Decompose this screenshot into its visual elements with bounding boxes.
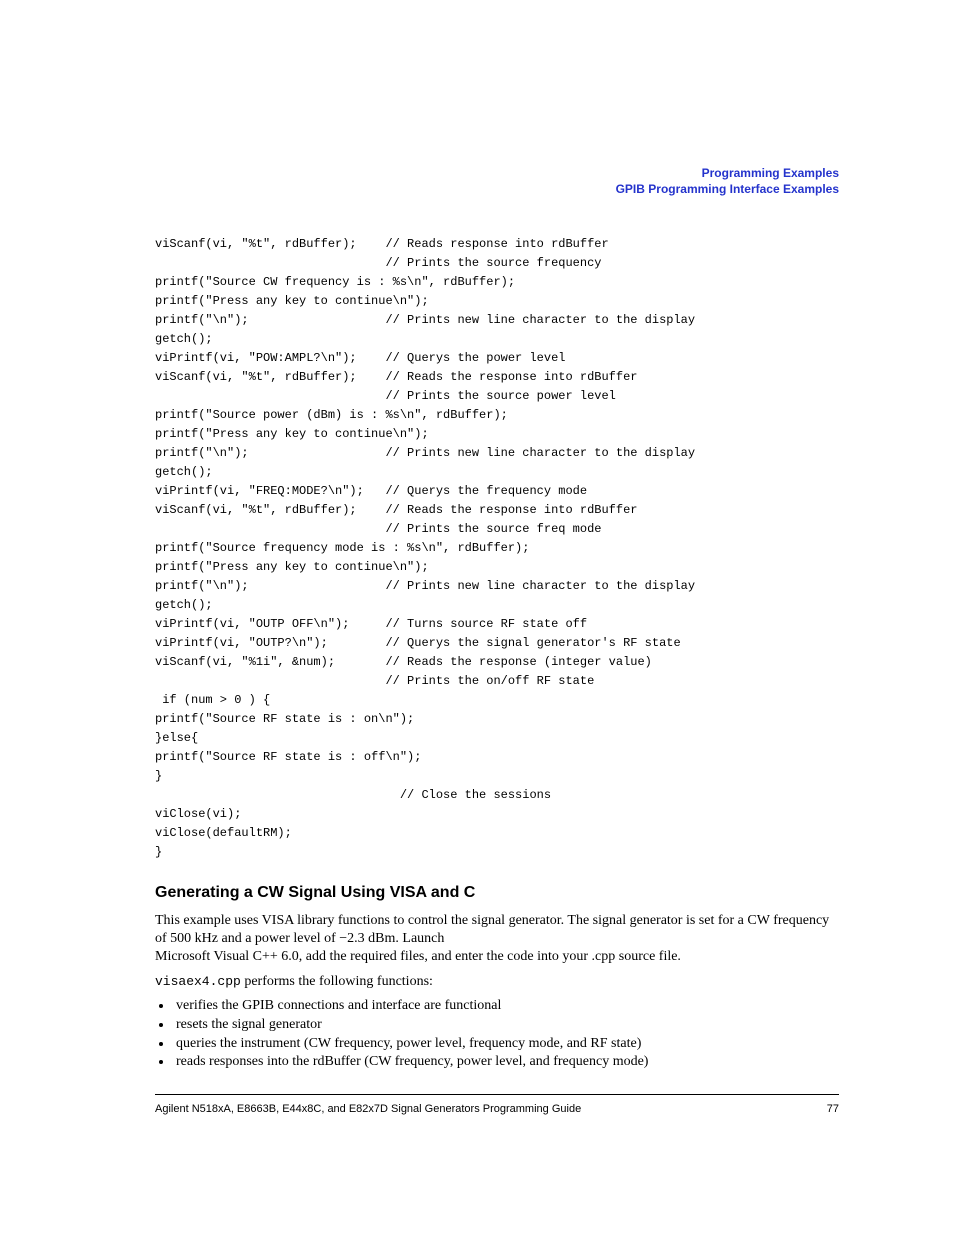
para1b: Microsoft Visual C++ 6.0, add the requir… bbox=[155, 949, 681, 964]
para1a: This example uses VISA library functions… bbox=[155, 913, 829, 946]
section-paragraph-2: visaex4.cpp performs the following funct… bbox=[155, 973, 844, 991]
header-line-2: GPIB Programming Interface Examples bbox=[616, 181, 839, 197]
list-item: reads responses into the rdBuffer (CW fr… bbox=[173, 1053, 844, 1072]
header-line-1: Programming Examples bbox=[616, 165, 839, 181]
para2-rest: performs the following functions: bbox=[241, 974, 433, 989]
list-item: resets the signal generator bbox=[173, 1016, 844, 1035]
page: Programming Examples GPIB Programming In… bbox=[0, 0, 954, 1235]
footer-page-number: 77 bbox=[827, 1103, 839, 1115]
section-paragraph-1: This example uses VISA library functions… bbox=[155, 912, 844, 967]
list-item: queries the instrument (CW frequency, po… bbox=[173, 1035, 844, 1054]
page-footer: Agilent N518xA, E8663B, E44x8C, and E82x… bbox=[155, 1094, 839, 1115]
footer-left: Agilent N518xA, E8663B, E44x8C, and E82x… bbox=[155, 1103, 581, 1115]
source-filename: visaex4.cpp bbox=[155, 974, 241, 989]
code-block: viScanf(vi, "%t", rdBuffer); // Reads re… bbox=[155, 235, 844, 862]
section-heading: Generating a CW Signal Using VISA and C bbox=[155, 884, 844, 902]
bullet-list: verifies the GPIB connections and interf… bbox=[155, 997, 844, 1073]
page-header: Programming Examples GPIB Programming In… bbox=[616, 165, 839, 197]
list-item: verifies the GPIB connections and interf… bbox=[173, 997, 844, 1016]
